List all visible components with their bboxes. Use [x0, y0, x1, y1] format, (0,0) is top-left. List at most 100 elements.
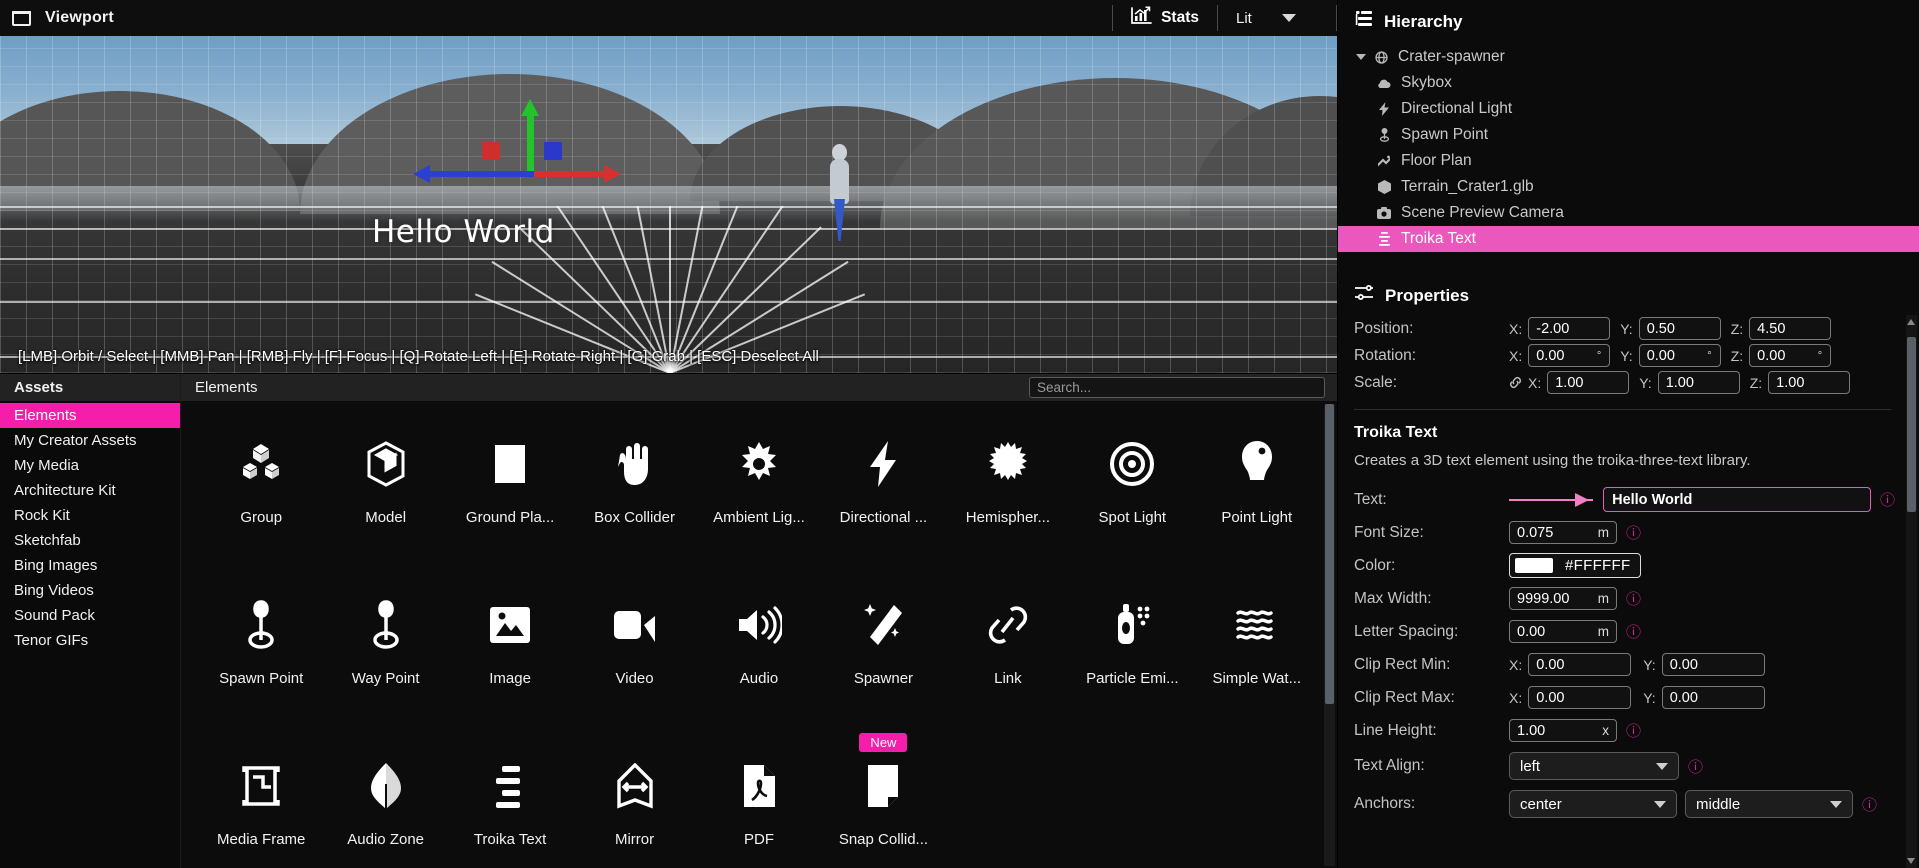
hierarchy-node-troika-text[interactable]: Troika Text — [1338, 226, 1919, 252]
position-z-input[interactable] — [1749, 317, 1832, 340]
assets-item-architecture-kit[interactable]: Architecture Kit — [0, 478, 180, 503]
gizmo-plane-handle-blue[interactable] — [544, 142, 562, 160]
property-row-font-size: Font Size: m ⓘ — [1354, 516, 1895, 549]
assets-item-my-media[interactable]: My Media — [0, 453, 180, 478]
rotation-y-input[interactable] — [1638, 344, 1721, 367]
element-label: Image — [489, 670, 531, 687]
element-tile-link[interactable]: Link — [946, 588, 1070, 743]
element-tile-particle-emitter[interactable]: Particle Emi... — [1070, 588, 1194, 743]
clip-rect-min-x-input[interactable] — [1528, 653, 1632, 676]
element-tile-ground-plane[interactable]: Ground Pla... — [448, 427, 572, 582]
assets-item-tenor-gifs[interactable]: Tenor GIFs — [0, 628, 180, 653]
gizmo-plane-handle-red[interactable] — [482, 142, 500, 160]
scale-z-input[interactable] — [1768, 371, 1851, 394]
scroll-down-arrow-icon[interactable] — [1907, 858, 1915, 864]
assets-item-bing-images[interactable]: Bing Images — [0, 553, 180, 578]
hierarchy-node-crater-spawner[interactable]: Crater-spawner — [1338, 44, 1919, 70]
element-tile-pdf[interactable]: PDF — [697, 749, 821, 868]
viewport-toolbar-left: Viewport — [12, 9, 114, 27]
magic-wand-icon — [861, 588, 905, 662]
scene-text-object[interactable]: Hello World — [372, 214, 555, 250]
assets-header: Assets — [0, 374, 180, 401]
element-tile-hemisphere-light[interactable]: Hemispher... — [946, 427, 1070, 582]
hierarchy-node-label: Terrain_Crater1.glb — [1401, 178, 1534, 195]
elements-scrollbar[interactable] — [1324, 404, 1335, 866]
max-width-input[interactable] — [1509, 587, 1617, 610]
help-icon[interactable]: ⓘ — [1862, 794, 1877, 815]
search-input[interactable] — [1029, 377, 1325, 398]
help-icon[interactable]: ⓘ — [1626, 720, 1641, 741]
assets-item-sketchfab[interactable]: Sketchfab — [0, 528, 180, 553]
rotation-x-input[interactable] — [1528, 344, 1611, 367]
assets-item-sound-pack[interactable]: Sound Pack — [0, 603, 180, 628]
element-tile-troika-text[interactable]: Troika Text — [448, 749, 572, 868]
scale-x-input[interactable] — [1547, 371, 1630, 394]
help-icon[interactable]: ⓘ — [1626, 621, 1641, 642]
hierarchy-node-terrain-glb[interactable]: Terrain_Crater1.glb — [1338, 174, 1919, 200]
element-tile-media-frame[interactable]: Media Frame — [199, 749, 323, 868]
hierarchy-node-spawn-point[interactable]: Spawn Point — [1338, 122, 1919, 148]
element-label: Troika Text — [473, 831, 547, 848]
element-tile-snap-collider[interactable]: New Snap Collid... — [821, 733, 945, 868]
link-icon[interactable] — [1509, 376, 1522, 389]
element-tile-spawn-point[interactable]: Spawn Point — [199, 588, 323, 743]
help-icon[interactable]: ⓘ — [1626, 522, 1641, 543]
font-size-input[interactable] — [1509, 521, 1617, 544]
hierarchy-node-scene-preview-camera[interactable]: Scene Preview Camera — [1338, 200, 1919, 226]
scroll-up-arrow-icon[interactable] — [1907, 319, 1915, 325]
position-x-input[interactable] — [1528, 317, 1611, 340]
properties-scrollbar-thumb[interactable] — [1907, 337, 1916, 512]
element-tile-video[interactable]: Video — [572, 588, 696, 743]
element-tile-model[interactable]: Model — [323, 427, 447, 582]
elements-scrollbar-thumb[interactable] — [1325, 404, 1334, 704]
gizmo-x-axis[interactable] — [530, 165, 621, 183]
anchor-y-dropdown[interactable]: middle — [1685, 790, 1853, 818]
clip-rect-min-y-input[interactable] — [1661, 653, 1765, 676]
help-icon[interactable]: ⓘ — [1880, 489, 1895, 510]
element-tile-spot-light[interactable]: Spot Light — [1070, 427, 1194, 582]
transform-gizmo[interactable] — [413, 99, 621, 183]
anchor-x-dropdown[interactable]: center — [1509, 790, 1677, 818]
element-tile-way-point[interactable]: Way Point — [323, 588, 447, 743]
window-icon — [12, 10, 31, 26]
color-picker[interactable]: #FFFFFF — [1509, 553, 1642, 578]
element-tile-audio[interactable]: Audio — [697, 588, 821, 743]
3d-viewport[interactable]: Hello World [LMB] Orbit / Select | [MMB]… — [0, 36, 1337, 373]
gizmo-z-axis[interactable] — [413, 165, 534, 183]
element-tile-image[interactable]: Image — [448, 588, 572, 743]
stats-button[interactable]: Stats — [1113, 0, 1217, 36]
hierarchy-node-directional-light[interactable]: Directional Light — [1338, 96, 1919, 122]
text-align-dropdown[interactable]: left — [1509, 752, 1679, 780]
assets-item-elements[interactable]: Elements — [0, 403, 180, 428]
properties-scrollbar[interactable] — [1906, 315, 1917, 868]
clip-rect-max-y-input[interactable] — [1661, 686, 1765, 709]
element-tile-directional-light[interactable]: Directional ... — [821, 427, 945, 582]
position-y-input[interactable] — [1638, 317, 1721, 340]
element-tile-ambient-light[interactable]: Ambient Lig... — [697, 427, 821, 582]
hierarchy-node-floor-plan[interactable]: Floor Plan — [1338, 148, 1919, 174]
element-tile-simple-water[interactable]: Simple Wat... — [1195, 588, 1319, 743]
assets-item-bing-videos[interactable]: Bing Videos — [0, 578, 180, 603]
assets-item-rock-kit[interactable]: Rock Kit — [0, 503, 180, 528]
shading-mode-dropdown[interactable]: Lit — [1218, 0, 1336, 36]
element-tile-box-collider[interactable]: Box Collider — [572, 427, 696, 582]
help-icon[interactable]: ⓘ — [1626, 588, 1641, 609]
gizmo-y-axis[interactable] — [521, 99, 539, 174]
element-tile-group[interactable]: Group — [199, 427, 323, 582]
assets-item-my-creator-assets[interactable]: My Creator Assets — [0, 428, 180, 453]
letter-spacing-input[interactable] — [1509, 620, 1617, 643]
chevron-down-icon[interactable] — [1356, 54, 1366, 60]
element-tile-point-light[interactable]: Point Light — [1195, 427, 1319, 582]
hierarchy-node-skybox[interactable]: Skybox — [1338, 70, 1919, 96]
help-icon[interactable]: ⓘ — [1688, 756, 1703, 777]
rotation-z-input[interactable] — [1749, 344, 1832, 367]
clip-rect-max-x-input[interactable] — [1528, 686, 1632, 709]
text-input[interactable] — [1603, 487, 1871, 512]
color-swatch[interactable] — [1515, 558, 1553, 573]
element-tile-audio-zone[interactable]: Audio Zone — [323, 749, 447, 868]
line-height-input[interactable] — [1509, 719, 1617, 742]
scale-y-input[interactable] — [1657, 371, 1740, 394]
element-tile-spawner[interactable]: Spawner — [821, 588, 945, 743]
element-tile-mirror[interactable]: Mirror — [572, 749, 696, 868]
ground-plane-icon — [487, 427, 533, 501]
